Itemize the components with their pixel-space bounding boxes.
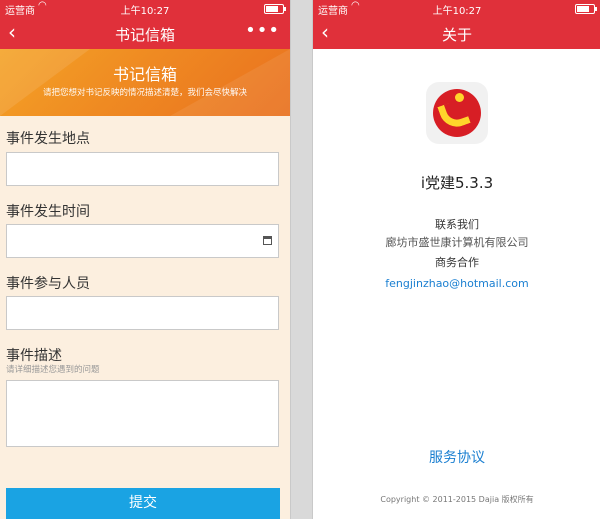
- description-label: 事件描述: [6, 348, 62, 364]
- submit-button[interactable]: 提交: [6, 488, 280, 519]
- location-label: 事件发生地点: [6, 131, 90, 147]
- banner-title: 书记信箱: [112, 65, 177, 84]
- status-time: 上午10:27: [120, 6, 170, 17]
- nav-bar: ‹ 书记信箱 •••: [0, 17, 290, 49]
- nav-bar: ‹ 关于: [313, 17, 600, 49]
- battery-icon: [575, 4, 597, 14]
- copyright-text: Copyright © 2011-2015 Dajia 版权所有: [380, 495, 534, 504]
- business-title: 商务合作: [435, 256, 479, 269]
- status-bar: 运营商 ◠ 上午10:27: [0, 0, 290, 17]
- description-textarea[interactable]: [6, 380, 279, 447]
- email-link[interactable]: fengjinzhao@hotmail.com: [313, 277, 600, 290]
- more-icon[interactable]: •••: [245, 20, 280, 41]
- banner-subtitle: 请把您想对书记反映的情况描述清楚，我们会尽快解决: [42, 88, 247, 98]
- service-agreement-link[interactable]: 服务协议: [313, 447, 600, 467]
- calendar-icon[interactable]: [263, 236, 272, 245]
- mailbox-screen: 运营商 ◠ 上午10:27 ‹ 书记信箱 ••• 书记信箱 请把您想对书记反映的…: [0, 0, 291, 519]
- description-hint: 请详细描述您遇到的问题: [6, 365, 100, 375]
- mailbox-banner: 书记信箱 请把您想对书记反映的情况描述清楚，我们会尽快解决: [0, 49, 290, 116]
- about-screen: 运营商 ◠ 上午10:27 ‹ 关于 i党建5.3.3 联系我们 廊坊市盛世康计…: [312, 0, 600, 519]
- nav-title: 关于: [441, 26, 472, 44]
- company-name: 廊坊市盛世康计算机有限公司: [385, 236, 529, 249]
- app-version: i党建5.3.3: [420, 174, 494, 192]
- status-time: 上午10:27: [432, 6, 482, 17]
- battery-icon: [264, 4, 286, 14]
- contact-title: 联系我们: [435, 218, 479, 231]
- location-input[interactable]: [6, 152, 279, 186]
- people-input[interactable]: [6, 296, 279, 330]
- status-bar: 运营商 ◠ 上午10:27: [313, 0, 600, 17]
- time-input[interactable]: [6, 224, 279, 258]
- time-label: 事件发生时间: [6, 204, 90, 220]
- people-label: 事件参与人员: [6, 276, 90, 292]
- app-logo-icon: [426, 82, 488, 144]
